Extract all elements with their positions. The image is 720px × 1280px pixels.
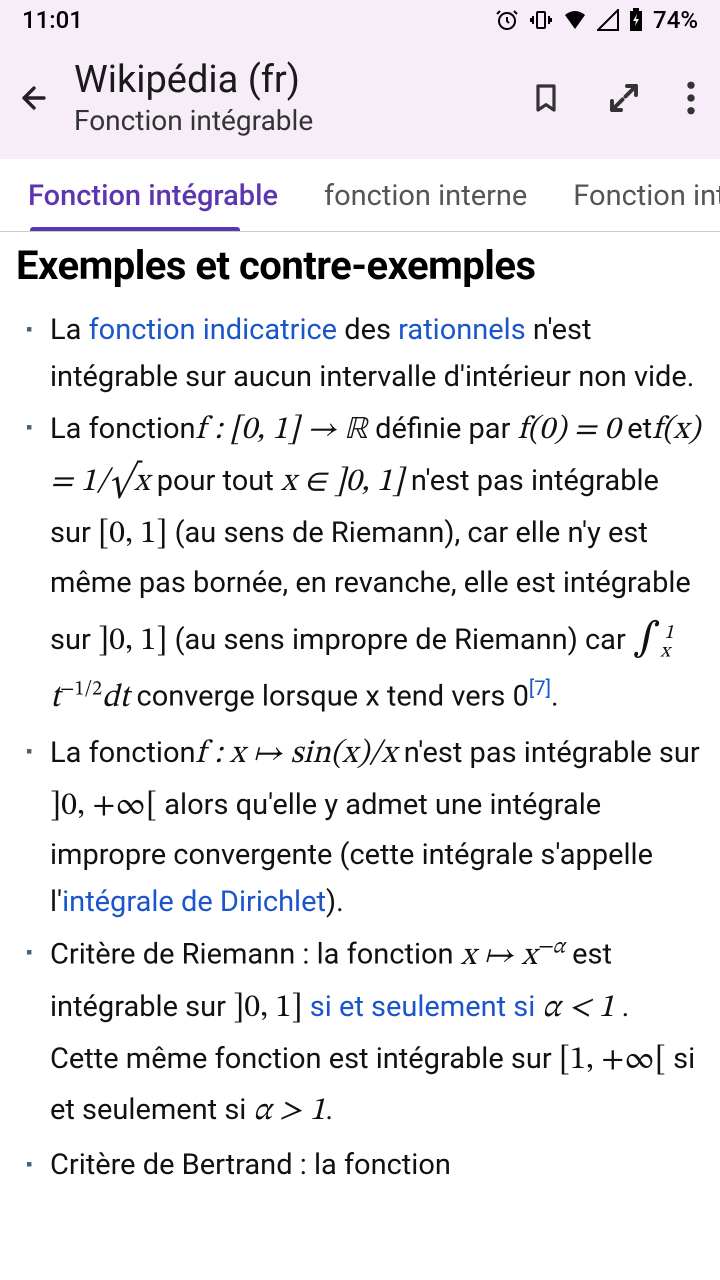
tab-label: Fonction intégrable <box>28 179 278 213</box>
math-expr: α < 1 <box>543 992 615 1024</box>
back-button[interactable] <box>14 81 54 115</box>
header-titles: Wikipédia (fr) Fonction intégrable <box>74 58 530 137</box>
bookmark-icon <box>530 78 562 118</box>
page-subtitle: Fonction intégrable <box>74 104 530 137</box>
math-expr: α > 1 <box>254 1095 326 1127</box>
math-expr: ]0, 1] <box>98 625 167 657</box>
article-content: Exemples et contre-exemples La fonction … <box>0 232 720 1189</box>
status-time: 11:01 <box>22 6 83 34</box>
link-rationnels[interactable]: rationnels <box>398 313 526 347</box>
app-header: Wikipédia (fr) Fonction intégrable <box>0 40 720 159</box>
math-expr: ]0, +∞[ <box>50 790 157 822</box>
tab-fonction-intr[interactable]: Fonction intr <box>567 159 720 231</box>
link-fonction-indicatrice[interactable]: fonction indicatrice <box>89 313 337 347</box>
math-expr: f(0) = 0 <box>518 414 620 446</box>
vibrate-icon <box>529 8 553 32</box>
status-icons: 74% <box>495 6 698 34</box>
math-expr: [0, 1] <box>98 518 167 550</box>
math-expr: [1, +∞[ <box>559 1044 666 1076</box>
list-item: La fonction indicatrice des rationnels n… <box>50 307 704 401</box>
fullscreen-button[interactable] <box>606 80 642 116</box>
list-item: La fonctionf : [0, 1] → ℝ définie par f(… <box>50 405 704 725</box>
signal-icon <box>597 9 619 31</box>
math-expr: x ∈ ]0, 1] <box>281 466 404 498</box>
math-expr: f : [0, 1] → ℝ <box>196 414 368 446</box>
list-item: Critère de Bertrand : la fonction <box>50 1142 704 1189</box>
tab-row: Fonction intégrable fonction interne Fon… <box>0 159 720 232</box>
tab-fonction-interne[interactable]: fonction interne <box>318 159 545 231</box>
wifi-icon <box>563 9 587 31</box>
example-list: La fonction indicatrice des rationnels n… <box>16 307 704 1189</box>
reference-7[interactable]: [7] <box>529 676 551 700</box>
alarm-icon <box>495 8 519 32</box>
arrow-left-icon <box>17 81 51 115</box>
link-integrale-dirichlet[interactable]: intégrale de Dirichlet <box>62 885 326 919</box>
site-title: Wikipédia (fr) <box>74 58 530 102</box>
math-expr: x ↦ x−α <box>461 940 565 972</box>
link-ssi[interactable]: si et seulement si <box>310 990 536 1024</box>
math-expr: ]0, 1] <box>233 992 302 1024</box>
tab-fonction-integrable[interactable]: Fonction intégrable <box>22 159 296 231</box>
math-expr: f : x ↦ sin(x)/x <box>196 738 397 770</box>
battery-icon <box>629 8 643 32</box>
status-bar: 11:01 74% <box>0 0 720 40</box>
list-item: Critère de Riemann : la fonction x ↦ x−α… <box>50 930 704 1138</box>
list-item: La fonctionf : x ↦ sin(x)/x n'est pas in… <box>50 729 704 927</box>
bookmark-button[interactable] <box>530 78 562 118</box>
more-button[interactable] <box>686 81 696 115</box>
expand-icon <box>606 80 642 116</box>
more-vertical-icon <box>686 81 696 115</box>
tab-label: fonction interne <box>324 179 527 213</box>
section-heading: Exemples et contre-exemples <box>16 242 704 289</box>
battery-percent: 74% <box>653 6 698 34</box>
tab-label: Fonction intr <box>573 179 720 213</box>
